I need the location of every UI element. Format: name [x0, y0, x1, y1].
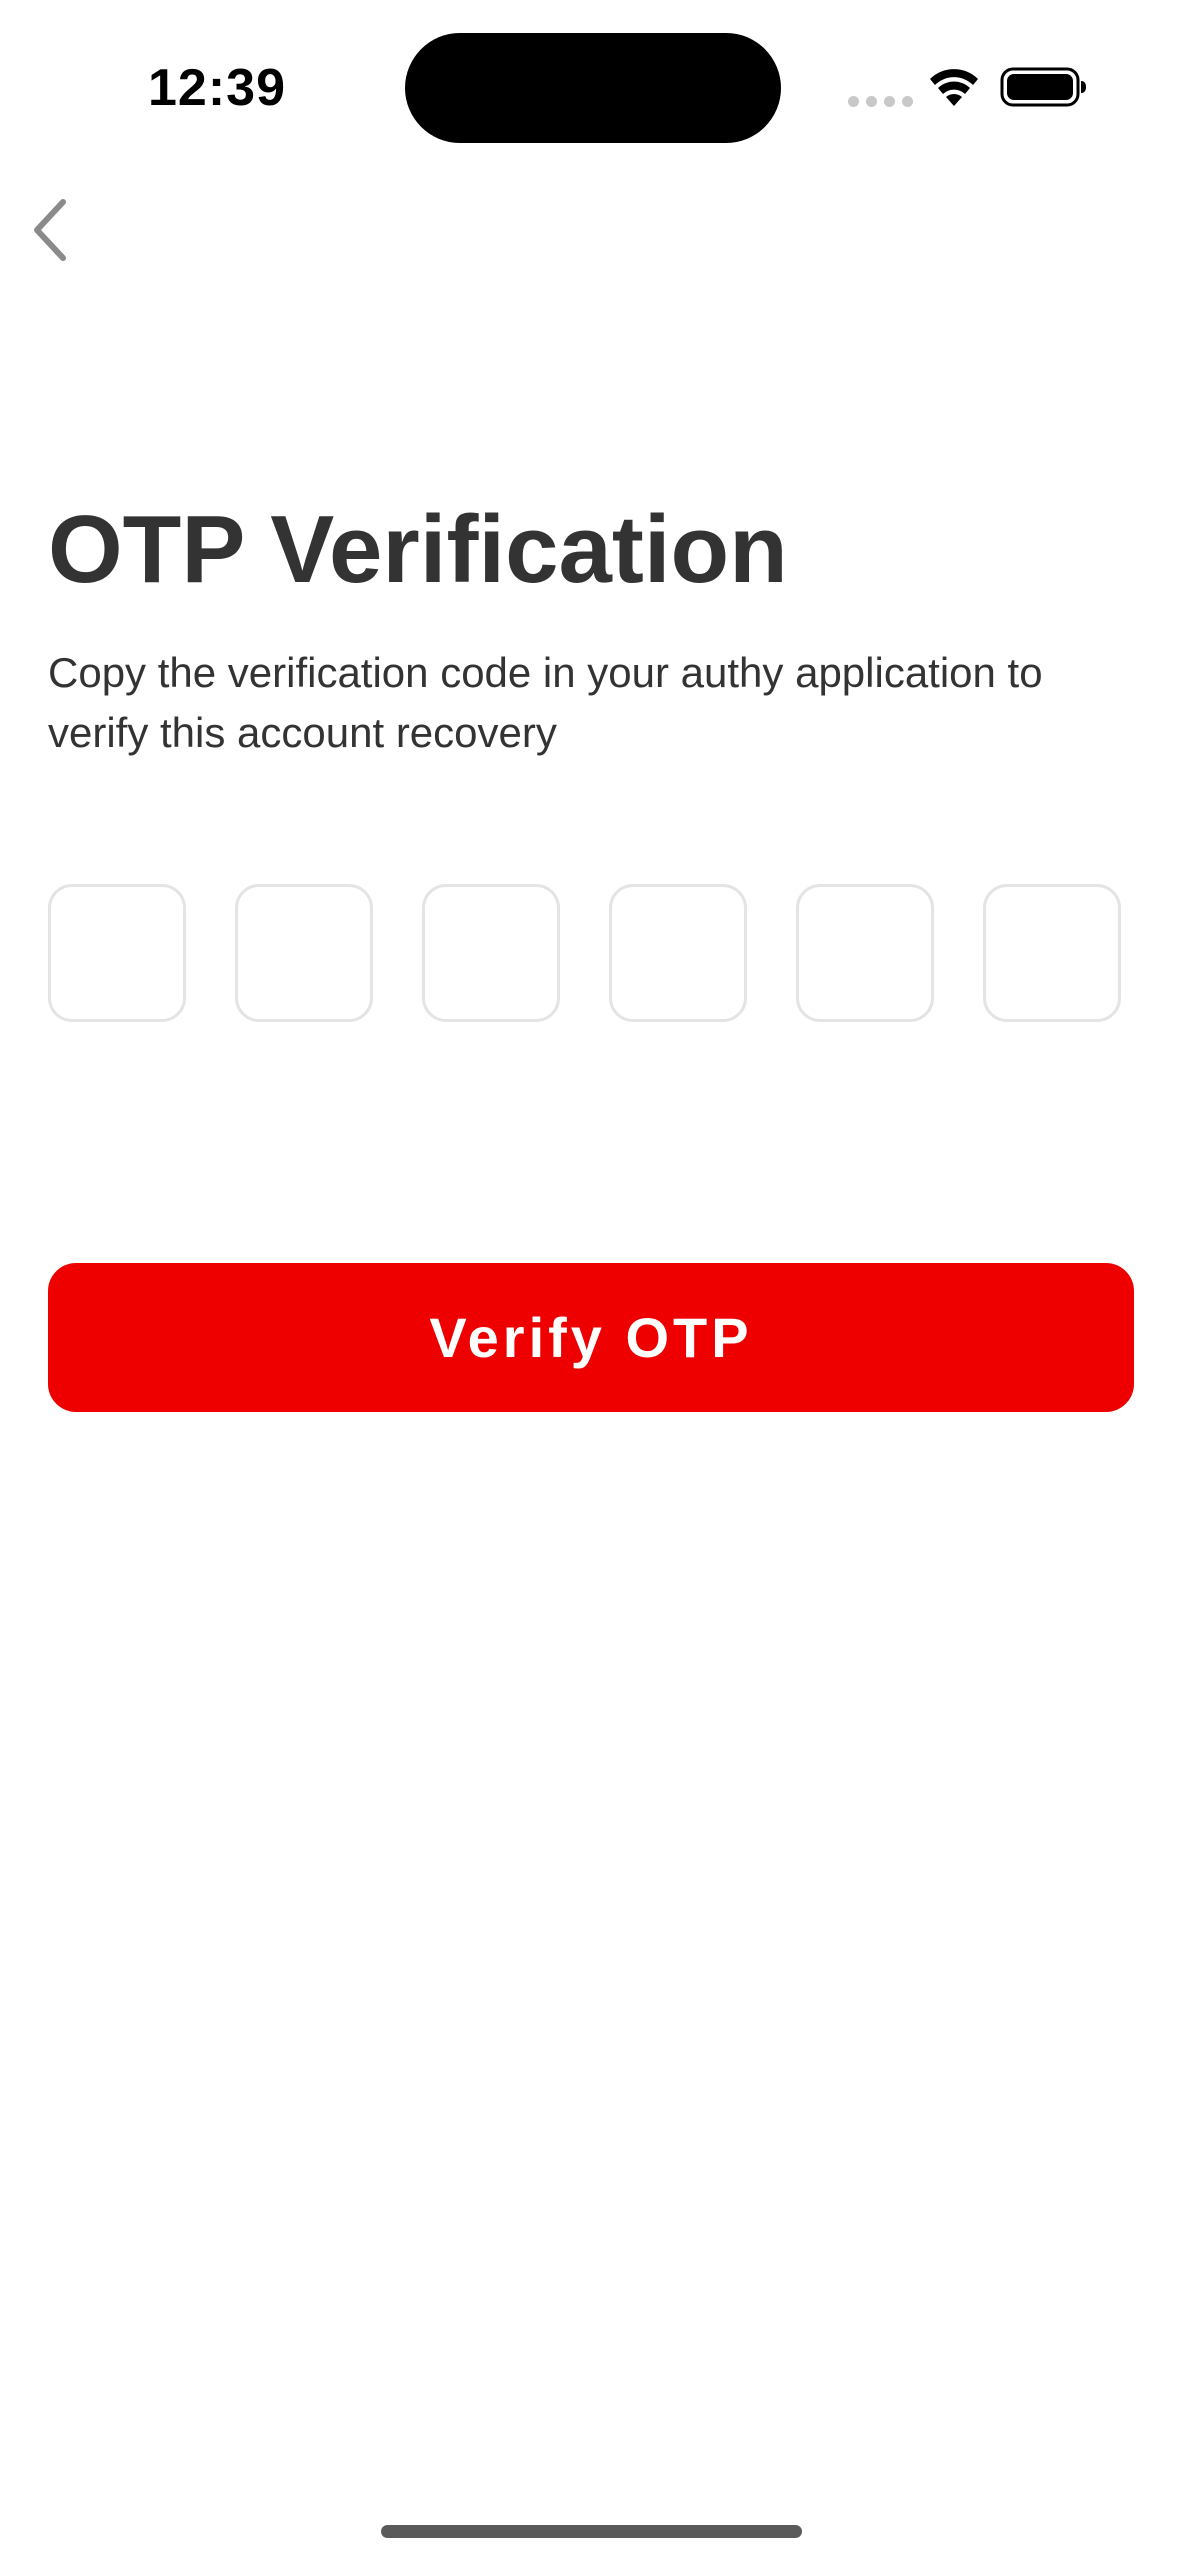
verify-otp-button[interactable]: Verify OTP — [48, 1263, 1134, 1412]
status-bar: 12:39 — [0, 0, 1179, 175]
battery-icon — [1000, 67, 1086, 107]
otp-digit-4-input[interactable] — [609, 884, 747, 1022]
otp-digit-5-input[interactable] — [796, 884, 934, 1022]
otp-digit-2-input[interactable] — [235, 884, 373, 1022]
chevron-left-icon — [34, 199, 66, 261]
page-subtitle: Copy the verification code in your authy… — [48, 649, 1043, 756]
status-time: 12:39 — [148, 59, 286, 117]
page-title: OTP Verification — [48, 496, 788, 603]
dynamic-island — [405, 33, 781, 143]
home-indicator[interactable] — [381, 2525, 802, 2538]
otp-digit-6-input[interactable] — [983, 884, 1121, 1022]
otp-digit-3-input[interactable] — [422, 884, 560, 1022]
wifi-icon — [930, 69, 978, 106]
back-button[interactable] — [14, 190, 84, 270]
cellular-signal-icon — [848, 96, 913, 107]
otp-input-group — [48, 884, 1121, 1022]
otp-digit-1-input[interactable] — [48, 884, 186, 1022]
